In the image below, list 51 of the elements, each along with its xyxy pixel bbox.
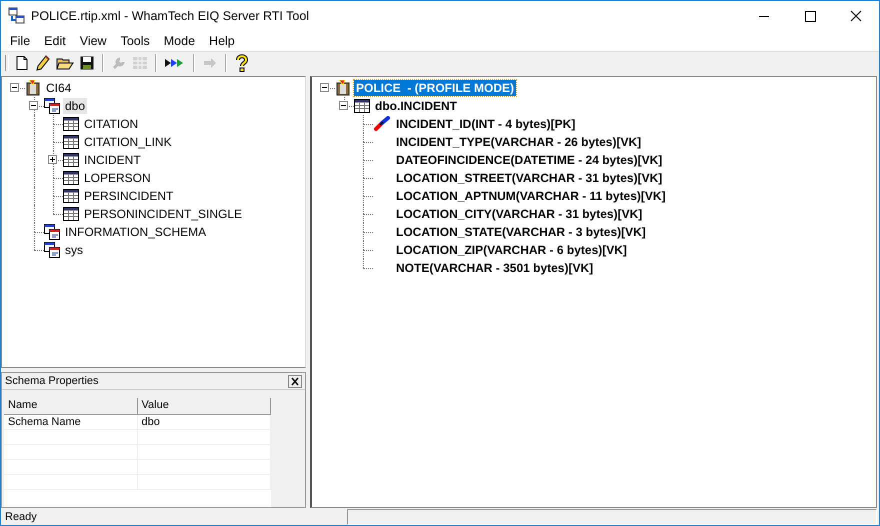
schema-icon xyxy=(44,98,60,114)
tree-item[interactable]: LOCATION_STREET(VARCHAR - 31 bytes)[VK] xyxy=(394,170,664,186)
expand-toggle[interactable] xyxy=(10,83,19,92)
tree-item[interactable]: LOPERSON xyxy=(82,170,153,186)
tree-item[interactable]: CI64 xyxy=(44,80,74,96)
tree-item[interactable]: PERSONINCIDENT_SINGLE xyxy=(82,206,244,222)
tree-item[interactable]: PERSINCIDENT xyxy=(82,188,176,204)
menu-item[interactable]: Tools xyxy=(114,34,157,48)
database-icon xyxy=(335,80,351,96)
column-header[interactable]: Value xyxy=(138,398,271,414)
tree-item[interactable]: CITATION xyxy=(82,116,140,132)
schema-icon xyxy=(44,242,60,258)
tree-item[interactable]: INCIDENT xyxy=(82,152,143,168)
menu-item[interactable]: Edit xyxy=(37,34,73,48)
tree-item[interactable]: LOCATION_STATE(VARCHAR - 3 bytes)[VK] xyxy=(394,224,648,240)
database-icon xyxy=(25,80,41,96)
expand-toggle[interactable] xyxy=(320,83,329,92)
tree-item[interactable]: DATEOFINCIDENCE(DATETIME - 24 bytes)[VK] xyxy=(394,152,664,168)
tree-item[interactable]: LOCATION_ZIP(VARCHAR - 6 bytes)[VK] xyxy=(394,242,629,258)
pencil-icon[interactable] xyxy=(35,55,51,71)
tree-item[interactable]: INCIDENT_TYPE(VARCHAR - 26 bytes)[VK] xyxy=(394,134,644,150)
tree-item[interactable]: INFORMATION_SCHEMA xyxy=(63,224,208,240)
tree-item[interactable]: POLICE - (PROFILE MODE) xyxy=(354,80,516,96)
table-cell: dbo xyxy=(138,415,271,429)
menu-item[interactable]: Help xyxy=(202,34,242,48)
expand-toggle[interactable] xyxy=(29,101,38,110)
tree-item[interactable]: LOCATION_APTNUM(VARCHAR - 11 bytes)[VK] xyxy=(394,188,668,204)
close-icon[interactable] xyxy=(288,374,302,388)
status-text: Ready xyxy=(4,510,38,522)
menu-item[interactable]: View xyxy=(72,34,114,48)
window-title: POLICE.rtip.xml - WhamTech EIQ Server RTI Tool xyxy=(31,9,310,23)
table-cell: Schema Name xyxy=(4,415,138,429)
column-header[interactable]: Name xyxy=(4,398,138,414)
tree-item[interactable]: CITATION_LINK xyxy=(82,134,174,150)
tree-item[interactable]: NOTE(VARCHAR - 3501 bytes)[VK] xyxy=(394,260,596,276)
key-link-icon xyxy=(373,116,391,132)
tree-item[interactable]: dbo.INCIDENT xyxy=(373,98,459,114)
expand-toggle[interactable] xyxy=(48,155,57,164)
tree-item[interactable]: LOCATION_CITY(VARCHAR - 31 bytes)[VK] xyxy=(394,206,644,222)
menu-item[interactable]: File xyxy=(3,34,38,48)
expand-toggle[interactable] xyxy=(339,101,348,110)
app-icon xyxy=(8,7,26,25)
tree-item[interactable]: INCIDENT_ID(INT - 4 bytes)[PK] xyxy=(394,116,578,132)
panel-title: Schema Properties xyxy=(5,375,99,387)
schema-icon xyxy=(44,224,60,240)
help-icon[interactable] xyxy=(234,54,250,72)
tree-item[interactable]: dbo xyxy=(63,98,88,114)
tree-item[interactable]: sys xyxy=(63,242,85,258)
menu-item[interactable]: Mode xyxy=(156,34,202,48)
save-icon[interactable] xyxy=(79,55,95,71)
new-document-icon[interactable] xyxy=(14,55,30,71)
